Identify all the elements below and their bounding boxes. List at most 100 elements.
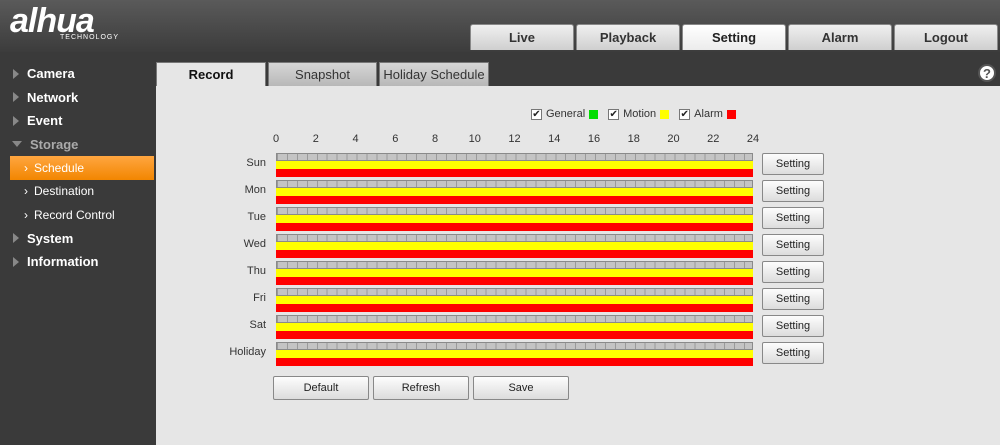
sidebar-item-network[interactable]: Network — [0, 86, 156, 110]
day-label: Holiday — [229, 346, 266, 358]
day-setting-button[interactable]: Setting — [762, 315, 824, 337]
tab-snapshot[interactable]: Snapshot — [268, 62, 377, 86]
chevron-right-icon: › — [24, 184, 28, 199]
day-schedule-bar[interactable] — [276, 153, 753, 177]
tab-record[interactable]: Record — [156, 62, 266, 86]
refresh-button[interactable]: Refresh — [373, 376, 469, 400]
alarm-track — [276, 196, 753, 204]
day-label: Wed — [243, 238, 266, 250]
general-track — [276, 261, 753, 269]
day-setting-button[interactable]: Setting — [762, 342, 824, 364]
top-tab-playback[interactable]: Playback — [576, 24, 680, 50]
day-schedule-bar[interactable] — [276, 261, 753, 285]
brand-name: alhua — [10, 2, 95, 40]
top-tab-setting[interactable]: Setting — [682, 24, 786, 50]
motion-checkbox[interactable]: ✔ — [608, 108, 620, 120]
day-setting-button[interactable]: Setting — [762, 234, 824, 256]
general-track — [276, 153, 753, 161]
alarm-track — [276, 223, 753, 231]
alarm-track — [276, 304, 753, 312]
hour-label: 4 — [352, 133, 359, 145]
day-setting-button[interactable]: Setting — [762, 207, 824, 229]
motion-track — [276, 269, 753, 277]
day-setting-button[interactable]: Setting — [762, 180, 824, 202]
motion-track — [276, 350, 753, 358]
top-tab-live[interactable]: Live — [470, 24, 574, 50]
top-tab-logout[interactable]: Logout — [894, 24, 998, 50]
legend-motion: ✔ Motion — [608, 108, 670, 120]
general-checkbox[interactable]: ✔ — [531, 108, 542, 120]
alarm-track — [276, 358, 753, 366]
alarm-track — [276, 331, 753, 339]
hour-label: 22 — [707, 133, 720, 145]
day-schedule-bar[interactable] — [276, 207, 753, 231]
main-panel: Record Snapshot Holiday Schedule ? ✔ Gen… — [156, 62, 1000, 445]
motion-track — [276, 215, 753, 223]
legend-alarm-label: Alarm — [694, 108, 723, 120]
hour-label: 6 — [392, 133, 399, 145]
default-button[interactable]: Default — [273, 376, 369, 400]
day-label: Tue — [247, 211, 266, 223]
day-schedule-bar[interactable] — [276, 234, 753, 258]
sidebar-subitem-label: Schedule — [34, 160, 85, 175]
day-label: Fri — [253, 292, 266, 304]
legend: ✔ General ✔ Motion ✔ Alarm — [531, 108, 736, 120]
help-icon[interactable]: ? — [978, 64, 996, 82]
hour-label: 0 — [272, 133, 280, 145]
sidebar-subitem-record-control[interactable]: › Record Control — [0, 203, 156, 227]
sidebar-item-information[interactable]: Information — [0, 250, 156, 274]
sidebar-item-label: Information — [27, 254, 99, 270]
hour-label: 8 — [431, 133, 439, 145]
sidebar-subitem-schedule[interactable]: › Schedule — [10, 156, 154, 180]
hour-label: 10 — [468, 133, 481, 145]
day-label: Thu — [247, 265, 266, 277]
motion-track — [276, 323, 753, 331]
triangle-right-icon — [13, 115, 19, 126]
hour-label: 24 — [746, 133, 760, 145]
motion-track — [276, 161, 753, 169]
sidebar-item-storage[interactable]: Storage — [0, 133, 156, 157]
sidebar-item-label: Event — [27, 113, 63, 129]
day-schedule-bar[interactable] — [276, 288, 753, 312]
brand-logo: alhua TECHNOLOGY — [10, 4, 119, 41]
day-label: Sun — [246, 157, 266, 169]
day-schedule-bar[interactable] — [276, 180, 753, 204]
day-setting-button[interactable]: Setting — [762, 261, 824, 283]
alarm-track — [276, 169, 753, 177]
sidebar-subitem-label: Record Control — [34, 207, 115, 222]
day-setting-button[interactable]: Setting — [762, 153, 824, 175]
hour-label: 16 — [587, 133, 601, 145]
sidebar-item-label: Camera — [27, 66, 75, 82]
tab-holiday-schedule[interactable]: Holiday Schedule — [379, 62, 489, 86]
brand-tagline: TECHNOLOGY — [60, 34, 120, 41]
motion-track — [276, 296, 753, 304]
general-color-swatch — [589, 109, 599, 119]
sidebar-item-system[interactable]: System — [0, 227, 156, 251]
motion-track — [276, 188, 753, 196]
hour-label: 12 — [508, 133, 521, 145]
save-button[interactable]: Save — [473, 376, 569, 400]
legend-general-label: General — [546, 108, 586, 120]
alarm-checkbox[interactable]: ✔ — [679, 108, 691, 120]
triangle-right-icon — [13, 256, 19, 267]
motion-track — [276, 242, 753, 250]
top-tab-alarm[interactable]: Alarm — [788, 24, 892, 50]
sidebar-item-camera[interactable]: Camera — [0, 62, 156, 86]
hour-label: 14 — [548, 133, 561, 145]
day-schedule-bar[interactable] — [276, 342, 753, 366]
legend-alarm: ✔ Alarm — [679, 108, 736, 120]
day-setting-button[interactable]: Setting — [762, 288, 824, 310]
general-track — [276, 180, 753, 188]
general-track — [276, 315, 753, 323]
sidebar-item-event[interactable]: Event — [0, 109, 156, 133]
chevron-right-icon: › — [24, 207, 28, 222]
hour-axis: 0 2 4 6 8 10 12 14 16 18 20 22 24 — [272, 133, 759, 147]
day-schedule-bar[interactable] — [276, 315, 753, 339]
legend-general: ✔ General — [531, 108, 599, 120]
sidebar-item-label: Network — [27, 89, 79, 105]
general-track — [276, 288, 753, 296]
alarm-color-swatch — [726, 109, 736, 119]
sidebar-subitem-destination[interactable]: › Destination — [0, 180, 156, 204]
hour-label: 2 — [312, 133, 319, 145]
triangle-right-icon — [13, 92, 19, 103]
